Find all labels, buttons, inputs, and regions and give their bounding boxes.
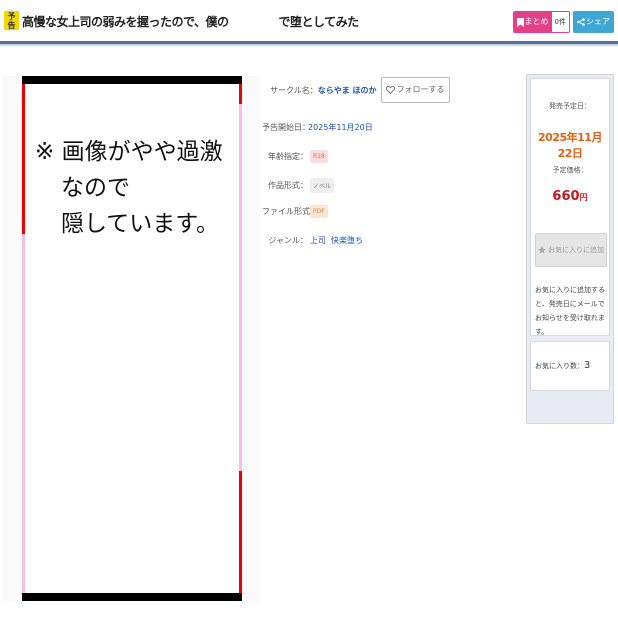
share-icon: [577, 18, 585, 26]
product-image[interactable]: ※ 画像がやや過激なので 隠しています。: [22, 76, 242, 601]
purchase-sidebar: 発売予定日： 2025年11月22日 予定価格： 660円 お気に入りに追加 お…: [526, 74, 614, 424]
header-divider-light: [0, 44, 618, 46]
release-row: 予告開始日： 2025年11月20日: [262, 123, 373, 132]
favorite-note: お気に入りに追加すると、発売日にメールでお知らせを受け取れます。: [535, 286, 605, 336]
image-cover: ※ 画像がやや過激なので 隠しています。: [25, 84, 239, 593]
genre-link[interactable]: 上司: [310, 235, 326, 246]
header-actions: まとめ 0件 シェア: [512, 11, 614, 33]
type-tag[interactable]: ノベル: [310, 178, 335, 193]
matome-label: まとめ: [524, 17, 549, 26]
file-tag[interactable]: PDF: [310, 205, 328, 218]
share-button[interactable]: シェア: [573, 11, 614, 33]
add-favorite-button[interactable]: お気に入りに追加: [535, 233, 607, 267]
favorite-count: お気に入り数：3: [535, 360, 591, 371]
file-row: ファイル形式： PDF: [262, 205, 328, 218]
product-image-panel: ※ 画像がやや過激なので 隠しています。: [2, 76, 260, 601]
star-icon: [538, 246, 546, 254]
heart-icon: [385, 86, 395, 94]
page-title: 高慢な女上司の弱みを握ったので、僕の で堕としてみた: [22, 13, 359, 30]
release-date-value: 2025年11月22日: [538, 131, 602, 160]
bookmark-icon: [516, 17, 524, 27]
matome-count: 0件: [551, 12, 569, 32]
price-label: 予定価格：: [552, 166, 588, 174]
circle-row: サークル名： ならやま ほのか フォローする: [270, 76, 450, 104]
circle-link[interactable]: ならやま ほのか: [318, 85, 377, 96]
page-header: 予告 高慢な女上司の弱みを握ったので、僕の で堕としてみた まとめ 0件 シェア: [0, 0, 618, 44]
circle-label: サークル名：: [270, 85, 318, 95]
share-label: シェア: [586, 17, 610, 26]
favorite-count-card: お気に入り数：3: [530, 341, 610, 391]
release-date: 2025年11月20日: [308, 123, 373, 132]
age-tag[interactable]: R18: [310, 150, 328, 163]
price-value: 660円: [552, 189, 588, 204]
genre-link[interactable]: 快楽堕ち: [331, 235, 363, 246]
title-part-2: で堕としてみた: [278, 15, 360, 29]
release-date-label: 発売予定日：: [549, 102, 591, 110]
matome-button[interactable]: まとめ 0件: [512, 11, 570, 33]
age-row: 年齢指定： R18: [262, 150, 328, 163]
preview-badge: 予告: [4, 11, 19, 30]
type-row: 作品形式： ノベル: [262, 178, 335, 193]
genre-row: ジャンル： 上司 快楽堕ち: [268, 235, 363, 246]
hidden-image-notice: ※ 画像がやや過激なので 隠しています。: [35, 139, 223, 237]
release-card: 発売予定日： 2025年11月22日 予定価格： 660円 お気に入りに追加 お…: [530, 78, 610, 336]
title-part-1: 高慢な女上司の弱みを握ったので、僕の: [22, 15, 229, 29]
follow-button[interactable]: フォローする: [380, 77, 450, 103]
